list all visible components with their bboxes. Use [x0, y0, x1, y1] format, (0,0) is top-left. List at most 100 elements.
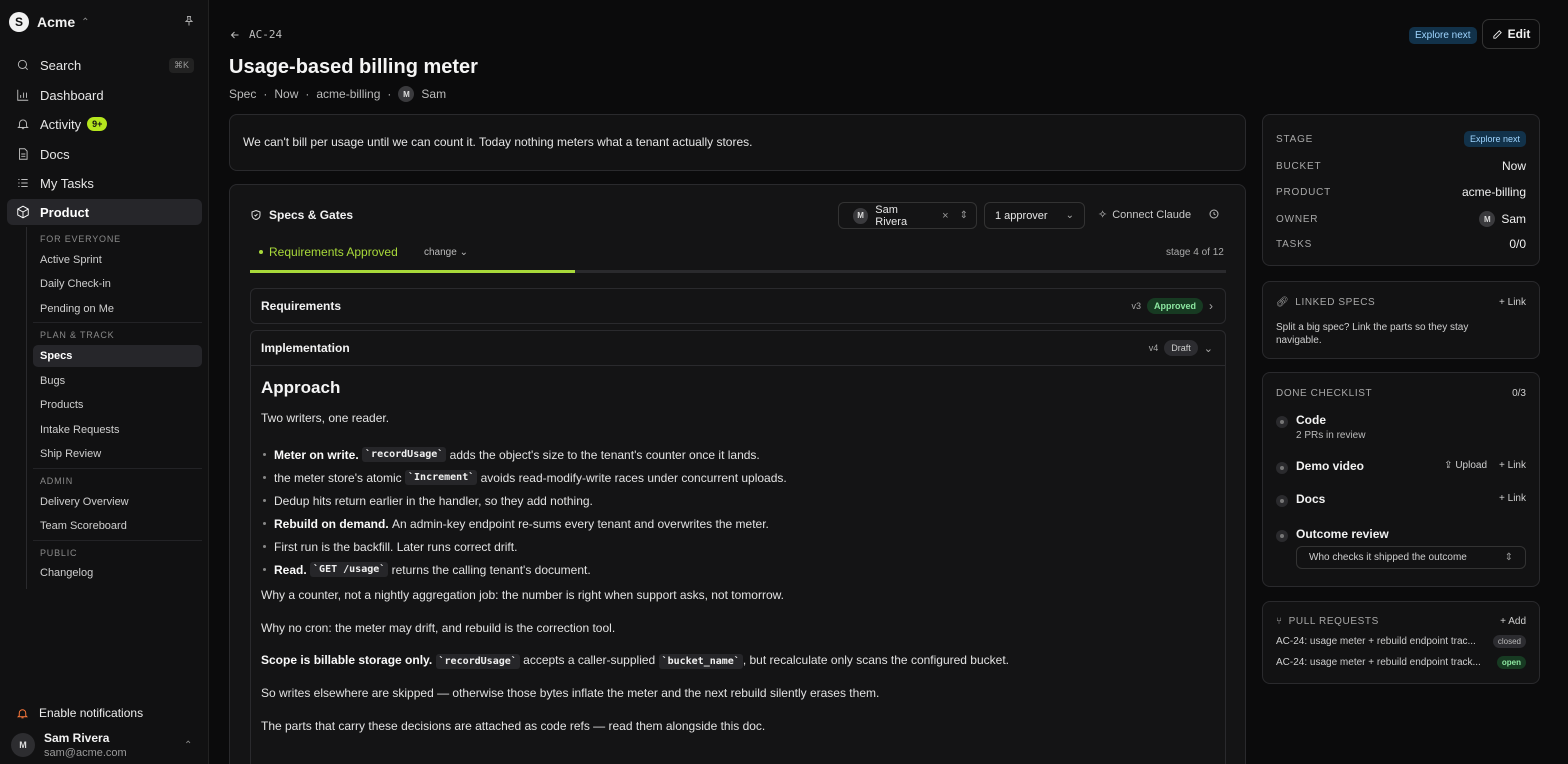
specs-gates-card: Specs & Gates M Sam Rivera × ⇕ 1 approve…: [229, 184, 1246, 764]
workspace-name: Acme: [37, 14, 76, 30]
checklist-item-demo-video[interactable]: Demo video ⇪ Upload + Link: [1276, 459, 1526, 477]
list-text: Dedup hits return earlier in the handler…: [274, 493, 593, 508]
user-email: sam@acme.com: [44, 747, 127, 759]
clear-icon[interactable]: ×: [942, 210, 948, 222]
list-text: adds the object's size to the tenant's c…: [449, 447, 760, 462]
nav-product[interactable]: Product: [7, 199, 202, 225]
nav-docs[interactable]: Docs: [7, 141, 202, 167]
connect-claude-button[interactable]: ✧ Connect Claude: [1098, 208, 1191, 222]
doc-paragraph: Two writers, one reader.: [261, 411, 390, 425]
change-stage-button[interactable]: change ⌄: [424, 247, 468, 258]
approver-select[interactable]: 1 approver ⌄: [984, 202, 1085, 229]
check-circle-icon[interactable]: [1276, 416, 1288, 428]
checklist-item-label: Docs: [1296, 492, 1326, 506]
nav-activity[interactable]: Activity 9+: [7, 111, 202, 137]
subnav-delivery-overview[interactable]: Delivery Overview: [33, 491, 202, 513]
bold-text: Scope is billable storage only.: [261, 653, 433, 667]
subnav-specs[interactable]: Specs: [33, 345, 202, 367]
doc-bullet-list: Meter on write. `recordUsage` adds the o…: [261, 443, 787, 581]
list-item: Rebuild on demand. An admin-key endpoint…: [261, 512, 787, 535]
check-circle-icon[interactable]: [1276, 462, 1288, 474]
outcome-reviewer-select[interactable]: Who checks it shipped the outcome ⇕: [1296, 546, 1526, 569]
user-menu[interactable]: M Sam Rivera sam@acme.com: [11, 731, 127, 759]
edit-label: Edit: [1507, 27, 1531, 41]
add-pr-button[interactable]: + Add: [1500, 616, 1526, 627]
checklist-item-label: Demo video: [1296, 459, 1365, 473]
checklist-item-docs[interactable]: Docs + Link: [1276, 492, 1526, 510]
tasks-icon: [18, 179, 28, 187]
checklist-item-outcome-review[interactable]: Outcome review: [1276, 527, 1526, 545]
enable-notifications-button[interactable]: Enable notifications: [16, 706, 143, 720]
avatar: M: [1479, 211, 1496, 227]
subnav-intake-requests[interactable]: Intake Requests: [33, 419, 202, 441]
subnav-products[interactable]: Products: [33, 394, 202, 416]
add-link-button[interactable]: + Link: [1499, 297, 1526, 308]
chevron-down-icon: ⌄: [1065, 210, 1074, 221]
subnav-bugs[interactable]: Bugs: [33, 370, 202, 392]
detail-key: TASKS: [1276, 238, 1313, 250]
list-text: the meter store's atomic: [274, 470, 402, 485]
upload-label: Upload: [1455, 460, 1488, 471]
checklist-item-code[interactable]: Code 2 PRs in review: [1276, 413, 1526, 443]
pencil-icon: [1493, 29, 1502, 39]
add-link-button[interactable]: + Link: [1499, 493, 1526, 504]
detail-value: Sam: [1501, 212, 1526, 226]
paragraph-text: , but recalculate only scans the configu…: [742, 653, 1009, 667]
spec-meta: Spec · Now · acme-billing · M Sam: [229, 86, 446, 102]
list-text: returns the calling tenant's document.: [391, 562, 591, 577]
stage-progress-fill: [250, 270, 575, 273]
pr-title: AC-24: usage meter + rebuild endpoint tr…: [1276, 636, 1476, 647]
subnav-team-scoreboard[interactable]: Team Scoreboard: [33, 515, 202, 537]
history-icon[interactable]: [1208, 208, 1220, 223]
implementation-section[interactable]: Implementation v4 Draft ⌄: [250, 330, 1226, 366]
subnav-active-sprint[interactable]: Active Sprint: [33, 249, 202, 271]
chevron-up-icon[interactable]: ⌃: [184, 740, 192, 751]
nav-dashboard[interactable]: Dashboard: [7, 82, 202, 108]
pull-requests-header: ⑂ PULL REQUESTS + Add: [1276, 616, 1526, 627]
specs-gates-title: Specs & Gates: [250, 208, 353, 222]
inline-code: `bucket_name`: [658, 654, 743, 669]
breadcrumb[interactable]: AC-24: [229, 28, 282, 41]
checklist-item-label: Outcome review: [1296, 527, 1389, 541]
implementation-version: v4: [1148, 343, 1159, 353]
detail-bucket: BUCKET Now: [1276, 159, 1526, 173]
implementation-status-badge: Draft: [1164, 340, 1198, 356]
nav-docs-label: Docs: [40, 146, 70, 162]
implementation-doc: Approach Two writers, one reader. Meter …: [250, 365, 1226, 764]
shield-icon: [251, 209, 261, 221]
nav-my-tasks-label: My Tasks: [40, 175, 94, 191]
check-circle-icon[interactable]: [1276, 530, 1288, 542]
edit-button[interactable]: Edit: [1482, 19, 1540, 49]
enable-notifications-label: Enable notifications: [39, 706, 144, 720]
status-badge: Explore next: [1409, 27, 1477, 44]
sparkle-icon: ✧: [1098, 209, 1108, 221]
list-item: the meter store's atomic `Increment` avo…: [261, 466, 787, 489]
list-item: Read. `GET /usage` returns the calling t…: [261, 558, 787, 581]
pull-requests-panel: ⑂ PULL REQUESTS + Add AC-24: usage meter …: [1262, 601, 1540, 684]
subnav-pending-on-me[interactable]: Pending on Me: [33, 298, 202, 320]
requirements-section[interactable]: Requirements v3 Approved ›: [250, 288, 1226, 324]
approver-select-value: 1 approver: [995, 209, 1048, 222]
specs-gates-label: Specs & Gates: [269, 208, 354, 222]
nav-my-tasks[interactable]: My Tasks: [7, 170, 202, 196]
user-name: Sam Rivera: [44, 731, 110, 745]
document-icon: [19, 148, 28, 160]
workspace-logo: S: [9, 12, 29, 32]
subnav-daily-checkin[interactable]: Daily Check-in: [33, 273, 202, 295]
pin-icon[interactable]: [183, 15, 195, 30]
meta-separator: ·: [263, 87, 268, 101]
search-icon: [17, 59, 28, 70]
pr-item[interactable]: AC-24: usage meter + rebuild endpoint tr…: [1276, 656, 1526, 669]
pr-item[interactable]: AC-24: usage meter + rebuild endpoint tr…: [1276, 635, 1526, 648]
add-link-button[interactable]: + Link: [1499, 460, 1526, 471]
inline-code: `Increment`: [405, 470, 478, 485]
owner-select[interactable]: M Sam Rivera × ⇕: [838, 202, 977, 229]
nav-search-label: Search: [40, 57, 82, 73]
subnav-changelog[interactable]: Changelog: [33, 562, 202, 584]
upload-button[interactable]: ⇪ Upload: [1444, 460, 1487, 471]
workspace-switcher[interactable]: S Acme ⌃: [9, 12, 90, 32]
divider: [33, 322, 202, 323]
nav-search[interactable]: Search ⌘K: [7, 52, 202, 78]
check-circle-icon[interactable]: [1276, 495, 1288, 507]
subnav-ship-review[interactable]: Ship Review: [33, 443, 202, 465]
